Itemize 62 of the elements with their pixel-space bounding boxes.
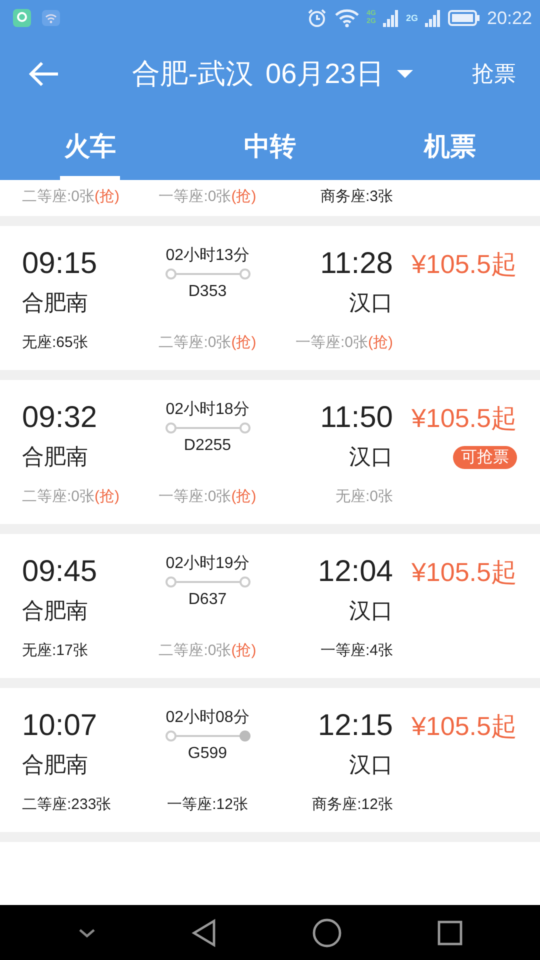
seat-availability: 二等座:0张(抢) [22, 488, 120, 505]
departure-time: 09:15 [22, 246, 98, 282]
train-number: D2255 [184, 436, 232, 456]
arrival-station: 汉口 [348, 289, 393, 317]
price: ¥105.5起 [410, 556, 517, 589]
price: ¥105.5起 [410, 402, 517, 435]
seat-availability: 一等座:0张(抢) [158, 188, 256, 205]
seat-availability: 二等座:0张(抢) [158, 334, 256, 351]
home-button[interactable] [312, 918, 342, 948]
departure-station: 合肥南 [22, 289, 89, 317]
arrival-station: 汉口 [348, 443, 393, 471]
clock-time: 20:22 [486, 8, 532, 28]
seat-availability: 商务座:3张 [320, 188, 393, 205]
departure-time: 10:07 [22, 708, 98, 744]
seat-availability: 一等座:0张(抢) [158, 488, 256, 505]
route-date-dropdown[interactable]: 合肥-武汉 06月23日 [132, 55, 414, 93]
hide-keyboard-button[interactable] [78, 928, 96, 938]
signal-icon [382, 9, 399, 27]
departure-station: 合肥南 [22, 597, 89, 625]
arrival-time: 12:04 [316, 554, 393, 590]
train-number: G599 [188, 744, 228, 764]
seat-availability: 无座:0张 [335, 488, 393, 505]
signal-icon [424, 9, 441, 27]
arrival-time: 11:50 [319, 400, 393, 436]
seat-availability: 一等座:12张 [167, 796, 248, 813]
back-button[interactable] [190, 918, 216, 946]
departure-time: 09:32 [22, 400, 98, 436]
arrival-station: 汉口 [348, 597, 393, 625]
train-number: D353 [188, 282, 227, 302]
seat-availability: 二等座:0张(抢) [22, 188, 120, 205]
departure-time: 09:45 [22, 554, 98, 590]
wifi-icon [42, 10, 60, 26]
arrival-time: 11:28 [319, 246, 393, 282]
network-label: 2G [406, 14, 418, 22]
alarm-icon [306, 8, 327, 28]
grab-ticket-badge[interactable]: 可抢票 [453, 446, 517, 468]
train-number: D637 [188, 590, 227, 610]
arrival-station: 汉口 [348, 751, 393, 779]
recent-apps-button[interactable] [436, 920, 462, 946]
departure-station: 合肥南 [22, 443, 89, 471]
caret-icon [396, 69, 414, 79]
seat-availability: 无座:65张 [22, 334, 88, 351]
seat-availability: 二等座:0张(抢) [158, 642, 256, 659]
app-icon [12, 8, 32, 28]
duration: 02小时18分 [166, 400, 250, 420]
duration: 02小时19分 [166, 554, 250, 574]
tab[interactable]: 中转 [180, 112, 360, 180]
duration: 02小时08分 [166, 708, 250, 728]
seat-availability: 一等座:4张 [320, 642, 393, 659]
tab[interactable]: 机票 [360, 112, 540, 180]
price: ¥105.5起 [410, 710, 517, 743]
battery-icon [448, 10, 480, 26]
price: ¥105.5起 [410, 248, 517, 281]
seat-availability: 无座:17张 [22, 642, 88, 659]
wifi-icon [334, 8, 360, 28]
duration: 02小时13分 [166, 246, 250, 266]
grab-ticket-button[interactable]: 抢票 [472, 59, 516, 89]
arrival-time: 12:15 [316, 708, 393, 744]
seat-availability: 二等座:233张 [22, 796, 112, 813]
seat-availability: 商务座:12张 [312, 796, 393, 813]
departure-station: 合肥南 [22, 751, 89, 779]
seat-availability: 一等座:0张(抢) [295, 334, 393, 351]
